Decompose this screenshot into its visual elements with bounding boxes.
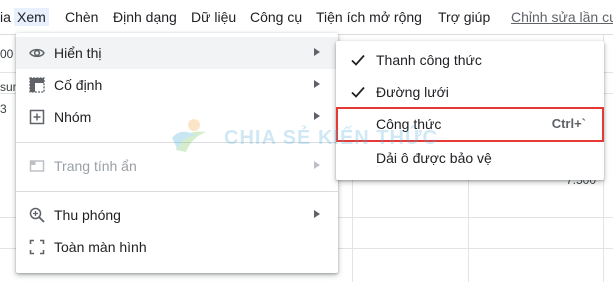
grid-line bbox=[352, 175, 353, 282]
menu-data[interactable]: Dữ liệu bbox=[191, 8, 236, 26]
sheet-icon bbox=[29, 158, 45, 174]
submenu-item-label: Thanh công thức bbox=[376, 52, 482, 68]
submenu-item-formula-bar[interactable]: Thanh công thức bbox=[336, 45, 604, 75]
menu-insert[interactable]: Chèn bbox=[65, 8, 98, 26]
toolbar-fragment: 00 bbox=[0, 47, 14, 61]
menu-view[interactable]: Xem bbox=[14, 8, 49, 26]
menu-help[interactable]: Trợ giúp bbox=[438, 8, 490, 26]
menu-item-label: Toàn màn hình bbox=[54, 239, 147, 255]
menubar: ia Xem Chèn Định dạng Dữ liệu Công cụ Ti… bbox=[0, 0, 613, 33]
menu-divider bbox=[16, 142, 338, 143]
fullscreen-icon bbox=[29, 239, 45, 255]
menu-format[interactable]: Định dạng bbox=[113, 8, 177, 26]
menu-item-label: Hiển thị bbox=[54, 45, 102, 61]
menu-item-label: Cố định bbox=[54, 77, 103, 93]
submenu-item-label: Đường lưới bbox=[376, 84, 449, 100]
submenu-arrow-icon bbox=[314, 80, 320, 88]
menu-item-freeze[interactable]: Cố định bbox=[16, 69, 338, 101]
menu-item-fullscreen[interactable]: Toàn màn hình bbox=[16, 231, 338, 263]
submenu-arrow-icon bbox=[314, 210, 320, 218]
check-icon bbox=[350, 52, 366, 68]
shortcut-label: Ctrl+` bbox=[551, 116, 586, 131]
menu-item-hidden-sheets[interactable]: Trang tính ẩn bbox=[16, 150, 338, 182]
menu-item-label: Nhóm bbox=[54, 109, 92, 125]
menu-item-zoom[interactable]: Thu phóng bbox=[16, 199, 338, 231]
submenu-item-label: Công thức bbox=[376, 116, 442, 132]
menu-item-label: Thu phóng bbox=[54, 207, 121, 223]
submenu-item-label: Dải ô được bảo vệ bbox=[376, 150, 492, 166]
cell-fragment: 3 bbox=[0, 102, 7, 116]
submenu-item-formulas[interactable]: Công thức Ctrl+` bbox=[336, 107, 604, 142]
menu-item-label: Trang tính ẩn bbox=[54, 158, 137, 174]
zoom-icon bbox=[29, 207, 45, 223]
submenu-arrow-icon bbox=[314, 112, 320, 120]
menu-partial-item[interactable]: ia bbox=[0, 8, 11, 26]
menu-item-show[interactable]: Hiển thị bbox=[16, 37, 338, 69]
view-menu-dropdown: Hiển thị Cố định Nhóm Trang tính ẩn Thu … bbox=[16, 33, 338, 273]
menu-item-group[interactable]: Nhóm bbox=[16, 101, 338, 133]
submenu-arrow-icon bbox=[314, 161, 320, 169]
eye-icon bbox=[29, 45, 45, 61]
freeze-icon bbox=[29, 77, 45, 93]
check-icon bbox=[350, 84, 366, 100]
group-icon bbox=[29, 109, 45, 125]
last-edit-link[interactable]: Chỉnh sửa lần cuối bbox=[511, 8, 613, 26]
menu-tools[interactable]: Công cụ bbox=[250, 8, 302, 26]
submenu-item-gridlines[interactable]: Đường lưới bbox=[336, 77, 604, 107]
menu-divider bbox=[16, 191, 338, 192]
show-submenu: Thanh công thức Đường lưới Công thức Ctr… bbox=[336, 41, 604, 180]
submenu-item-protected-ranges[interactable]: Dải ô được bảo vệ bbox=[336, 143, 604, 173]
grid-line bbox=[468, 175, 469, 282]
menu-extensions[interactable]: Tiện ích mở rộng bbox=[316, 8, 422, 26]
submenu-arrow-icon bbox=[314, 48, 320, 56]
